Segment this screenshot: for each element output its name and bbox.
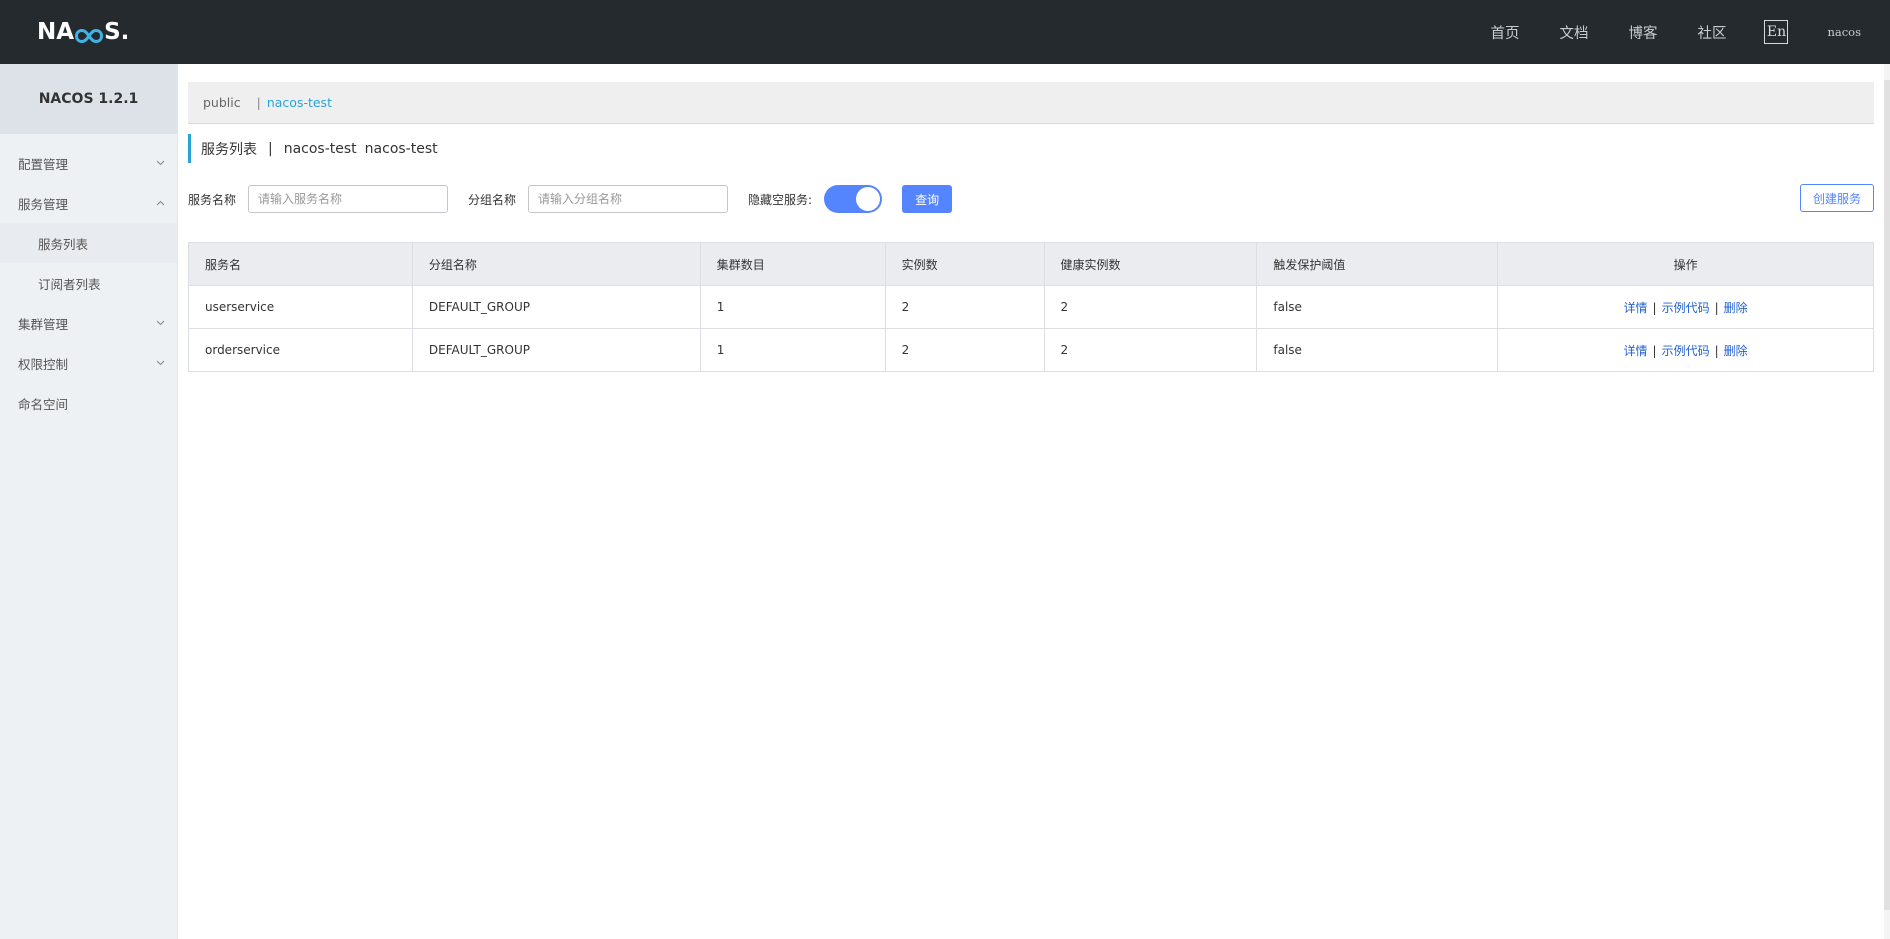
column-header-service-name[interactable]: 服务名	[188, 242, 413, 286]
column-header-group-name[interactable]: 分组名称	[411, 242, 701, 286]
page-title-text: 服务列表	[201, 141, 257, 158]
sidebar-item-namespace[interactable]: 命名空间	[0, 383, 177, 423]
page-title: 服务列表 | nacos-test nacos-test	[188, 134, 438, 163]
delete-link[interactable]: 删除	[1724, 344, 1748, 358]
sample-code-link[interactable]: 示例代码	[1662, 301, 1710, 315]
page-title-separator: |	[268, 140, 273, 157]
group-name-label: 分组名称	[468, 192, 517, 207]
column-header-protect-threshold[interactable]: 触发保护阈值	[1256, 242, 1499, 286]
sidebar: NACOS 1.2.1 配置管理 服务管理 服务列表 订阅者列表 集群管理 权限…	[0, 64, 178, 939]
sidebar-item-label: 配置管理	[18, 156, 69, 172]
top-nav-links: 首页 文档 博客 社区 En nacos	[1490, 0, 1890, 64]
cell-group-name: DEFAULT_GROUP	[411, 328, 701, 372]
nav-blog[interactable]: 博客	[1628, 22, 1657, 43]
action-separator: |	[1652, 343, 1657, 358]
sidebar-item-service-list[interactable]: 服务列表	[0, 223, 177, 263]
column-header-operations: 操作	[1497, 242, 1874, 286]
create-service-button[interactable]: 创建服务	[1800, 184, 1874, 212]
delete-link[interactable]: 删除	[1724, 301, 1748, 315]
sidebar-item-cluster-management[interactable]: 集群管理	[0, 303, 177, 343]
sidebar-item-label: 命名空间	[18, 396, 69, 412]
namespace-separator: |	[256, 95, 261, 110]
main-content: public | nacos-test 服务列表 | nacos-test na…	[188, 82, 1874, 372]
column-header-cluster-count[interactable]: 集群数目	[699, 242, 886, 286]
sidebar-version-title: NACOS 1.2.1	[0, 64, 177, 134]
query-button[interactable]: 查询	[902, 185, 953, 213]
chevron-up-icon	[153, 196, 167, 210]
service-table: 服务名 分组名称 集群数目 实例数 健康实例数 触发保护阈值 操作 userse…	[188, 242, 1874, 372]
user-name[interactable]: nacos	[1827, 25, 1861, 39]
top-navbar: NA S. 首页 文档 博客 社区 En nacos	[0, 0, 1890, 64]
namespace-bar: public | nacos-test	[188, 82, 1874, 124]
nav-community[interactable]: 社区	[1697, 22, 1726, 43]
cell-service-name: userservice	[188, 285, 413, 329]
table-header-row: 服务名 分组名称 集群数目 实例数 健康实例数 触发保护阈值 操作	[188, 242, 1874, 286]
toggle-knob	[856, 187, 881, 211]
cell-operations: 详情 | 示例代码 | 删除	[1497, 328, 1874, 372]
namespace-nacos-test[interactable]: nacos-test	[267, 95, 332, 110]
sidebar-item-label: 集群管理	[18, 316, 69, 332]
nav-home[interactable]: 首页	[1490, 22, 1519, 43]
cell-instance-count: 2	[884, 285, 1045, 329]
column-header-healthy-count[interactable]: 健康实例数	[1043, 242, 1258, 286]
page-scrollbar[interactable]	[1884, 64, 1890, 939]
logo-infinity-icon	[75, 24, 104, 44]
action-separator: |	[1714, 300, 1719, 315]
detail-link[interactable]: 详情	[1624, 344, 1648, 358]
sidebar-menu: 配置管理 服务管理 服务列表 订阅者列表 集群管理 权限控制 命名空间	[0, 134, 177, 423]
cell-protect-threshold: false	[1256, 285, 1499, 329]
sidebar-item-subscriber-list[interactable]: 订阅者列表	[0, 263, 177, 303]
service-name-input[interactable]	[248, 185, 449, 213]
service-name-label: 服务名称	[188, 192, 237, 207]
cell-healthy-count: 2	[1043, 285, 1258, 329]
cell-cluster-count: 1	[699, 328, 886, 372]
scrollbar-thumb[interactable]	[1884, 80, 1890, 910]
cell-group-name: DEFAULT_GROUP	[411, 285, 701, 329]
logo-na: NA	[37, 19, 75, 45]
language-switch-button[interactable]: En	[1764, 20, 1789, 44]
filter-bar: 服务名称 分组名称 隐藏空服务: 查询 创建服务	[188, 184, 1874, 214]
logo-s: S	[104, 19, 121, 45]
column-header-instance-count[interactable]: 实例数	[884, 242, 1045, 286]
table-row: userservice DEFAULT_GROUP 1 2 2 false 详情…	[188, 285, 1874, 329]
cell-service-name: orderservice	[188, 328, 413, 372]
sidebar-item-access-control[interactable]: 权限控制	[0, 343, 177, 383]
sidebar-item-label: 权限控制	[18, 356, 69, 372]
action-separator: |	[1714, 343, 1719, 358]
cell-healthy-count: 2	[1043, 328, 1258, 372]
hide-empty-toggle[interactable]	[824, 185, 883, 213]
sidebar-item-config-management[interactable]: 配置管理	[0, 143, 177, 183]
cell-operations: 详情 | 示例代码 | 删除	[1497, 285, 1874, 329]
nacos-logo[interactable]: NA S.	[37, 17, 129, 47]
namespace-public[interactable]: public	[203, 95, 241, 110]
hide-empty-label: 隐藏空服务:	[748, 192, 813, 207]
sample-code-link[interactable]: 示例代码	[1662, 344, 1710, 358]
nav-docs[interactable]: 文档	[1559, 22, 1588, 43]
chevron-down-icon	[153, 156, 167, 170]
logo-dot: .	[120, 19, 130, 45]
cell-protect-threshold: false	[1256, 328, 1499, 372]
sidebar-item-service-management[interactable]: 服务管理	[0, 183, 177, 223]
group-name-input[interactable]	[528, 185, 729, 213]
action-separator: |	[1652, 300, 1657, 315]
cell-cluster-count: 1	[699, 285, 886, 329]
table-row: orderservice DEFAULT_GROUP 1 2 2 false 详…	[188, 328, 1874, 372]
detail-link[interactable]: 详情	[1624, 301, 1648, 315]
sidebar-item-label: 服务管理	[18, 196, 69, 212]
chevron-down-icon	[153, 316, 167, 330]
chevron-down-icon	[153, 356, 167, 370]
page-title-namespace-name: nacos-test	[283, 140, 357, 157]
page-title-namespace-id: nacos-test	[364, 140, 438, 157]
cell-instance-count: 2	[884, 328, 1045, 372]
